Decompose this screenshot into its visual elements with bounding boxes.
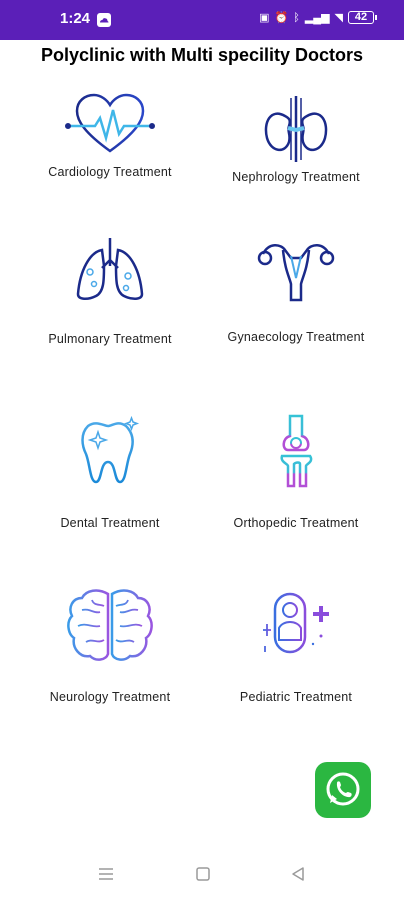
home-square-icon[interactable] [195, 866, 211, 882]
treatment-label: Pulmonary Treatment [48, 332, 172, 346]
cloud-notification-icon [97, 13, 111, 27]
treatment-label: Pediatric Treatment [239, 690, 353, 704]
treatment-label: Orthopedic Treatment [233, 516, 359, 530]
signal-icon: ▂▄▆ [304, 12, 330, 24]
alarm-icon: ⏰ [274, 12, 289, 24]
whatsapp-button[interactable] [315, 762, 371, 818]
status-bar: 1:24 ▣ ⏰ ᛒ ▂▄▆ ◥ 42 [0, 0, 404, 40]
treatment-pulmonary[interactable]: Pulmonary Treatment [20, 236, 200, 376]
back-triangle-icon[interactable] [290, 866, 306, 882]
system-navigation-bar [0, 850, 404, 900]
treatment-label: Cardiology Treatment [48, 165, 172, 179]
treatment-neurology[interactable]: Neurology Treatment [20, 588, 200, 728]
uterus-icon [257, 244, 335, 302]
treatment-label: Gynaecology Treatment [227, 330, 365, 344]
baby-icon [263, 592, 329, 654]
tooth-icon [81, 416, 140, 484]
status-icons: ▣ ⏰ ᛒ ▂▄▆ ◥ 42 [259, 11, 377, 24]
whatsapp-icon [326, 772, 360, 806]
treatment-label: Nephrology Treatment [232, 170, 360, 184]
brain-icon [67, 589, 153, 661]
treatment-gynaecology[interactable]: Gynaecology Treatment [206, 234, 386, 374]
treatment-label: Dental Treatment [60, 516, 160, 530]
wifi-icon: ◥ [334, 12, 343, 24]
treatment-nephrology[interactable]: Nephrology Treatment [206, 92, 386, 232]
treatment-cardiology[interactable]: Cardiology Treatment [20, 88, 200, 228]
battery-icon: 42 [348, 11, 377, 24]
lungs-icon [76, 238, 144, 300]
knee-bone-icon [280, 414, 313, 488]
status-time: 1:24 [60, 10, 91, 27]
treatment-dental[interactable]: Dental Treatment [20, 416, 200, 556]
sim-icon: ▣ [259, 12, 270, 24]
treatment-label: Neurology Treatment [49, 690, 171, 704]
bluetooth-icon: ᛒ [293, 11, 300, 24]
treatment-orthopedic[interactable]: Orthopedic Treatment [206, 412, 386, 552]
heart-icon [65, 93, 155, 153]
menu-icon[interactable] [98, 866, 114, 882]
page-title: Polyclinic with Multi specility Doctors [40, 45, 364, 65]
kidney-icon [264, 96, 328, 162]
treatment-pediatric[interactable]: Pediatric Treatment [206, 588, 386, 728]
